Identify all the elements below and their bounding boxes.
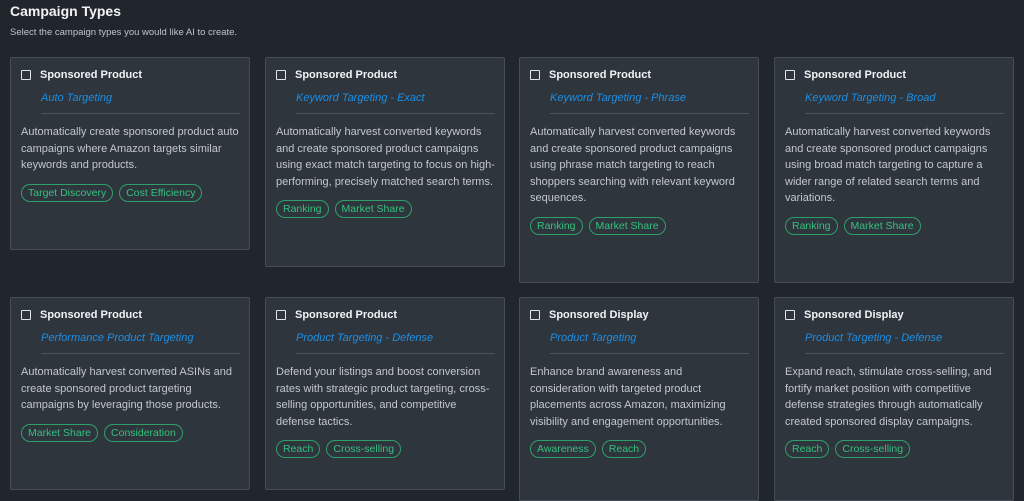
card-divider: [296, 353, 495, 354]
tag-badge: Consideration: [104, 423, 183, 442]
card-description: Expand reach, stimulate cross-selling, a…: [785, 366, 992, 428]
tag-badge: Target Discovery: [21, 183, 114, 202]
campaign-checkbox[interactable]: [276, 310, 286, 320]
campaign-card-display-defense[interactable]: Sponsored Display Product Targeting - De…: [774, 297, 1014, 501]
card-description: Automatically create sponsored product a…: [21, 126, 239, 171]
card-tags: Reach Cross-selling: [785, 440, 1004, 458]
tag-badge: Market Share: [843, 216, 921, 235]
card-tags: Target Discovery Cost Efficiency: [21, 183, 240, 202]
campaign-card-keyword-exact[interactable]: Sponsored Product Keyword Targeting - Ex…: [265, 57, 505, 267]
card-title: Sponsored Product: [295, 69, 398, 81]
card-description: Enhance brand awareness and consideratio…: [530, 366, 726, 428]
page-subtitle: Select the campaign types you would like…: [10, 27, 238, 38]
card-divider: [550, 353, 749, 354]
tag-badge: Cross-selling: [326, 440, 402, 458]
card-divider: [296, 113, 495, 114]
campaign-checkbox[interactable]: [785, 310, 795, 320]
campaign-checkbox[interactable]: [21, 70, 31, 80]
campaign-card-performance-product[interactable]: Sponsored Product Performance Product Ta…: [10, 297, 250, 490]
card-title: Sponsored Product: [549, 69, 652, 81]
campaign-card-auto-targeting[interactable]: Sponsored Product Auto Targeting Automat…: [10, 57, 250, 250]
tag-badge: Market Share: [334, 200, 412, 218]
card-title: Sponsored Display: [804, 309, 904, 321]
card-title: Sponsored Product: [40, 309, 143, 321]
campaign-checkbox[interactable]: [21, 310, 31, 320]
tag-badge: Reach: [276, 440, 321, 458]
card-subtitle: Product Targeting: [550, 332, 637, 344]
card-tags: Ranking Market Share: [530, 216, 749, 235]
campaign-checkbox[interactable]: [276, 70, 286, 80]
card-description: Automatically harvest converted keywords…: [530, 126, 736, 204]
card-description: Automatically harvest converted ASINs an…: [21, 366, 232, 411]
tag-badge: Ranking: [785, 216, 838, 235]
card-title: Sponsored Display: [549, 309, 649, 321]
card-tags: Reach Cross-selling: [276, 440, 495, 458]
card-divider: [41, 113, 240, 114]
tag-badge: Reach: [601, 440, 647, 458]
card-title: Sponsored Product: [40, 69, 143, 81]
tag-badge: Market Share: [21, 423, 99, 442]
card-title: Sponsored Product: [804, 69, 907, 81]
card-tags: Ranking Market Share: [276, 200, 495, 218]
card-description: Automatically harvest converted keywords…: [276, 126, 495, 188]
tag-badge: Ranking: [276, 200, 329, 218]
card-description: Defend your listings and boost conversio…: [276, 366, 490, 428]
page-header: Campaign Types Select the campaign types…: [10, 2, 237, 38]
card-divider: [550, 113, 749, 114]
tag-badge: Cross-selling: [835, 440, 911, 458]
card-tags: Market Share Consideration: [21, 423, 240, 442]
page-title: Campaign Types: [10, 3, 121, 19]
card-subtitle: Keyword Targeting - Exact: [296, 92, 425, 104]
campaign-card-product-defense[interactable]: Sponsored Product Product Targeting - De…: [265, 297, 505, 490]
card-divider: [805, 113, 1004, 114]
card-subtitle: Product Targeting - Defense: [296, 332, 434, 344]
card-subtitle: Performance Product Targeting: [41, 332, 194, 344]
campaign-card-keyword-phrase[interactable]: Sponsored Product Keyword Targeting - Ph…: [519, 57, 759, 283]
card-subtitle: Auto Targeting: [41, 92, 113, 104]
card-subtitle: Keyword Targeting - Phrase: [550, 92, 686, 104]
campaign-checkbox[interactable]: [785, 70, 795, 80]
card-description: Automatically harvest converted keywords…: [785, 126, 991, 204]
campaign-checkbox[interactable]: [530, 310, 540, 320]
card-subtitle: Keyword Targeting - Broad: [805, 92, 936, 104]
card-subtitle: Product Targeting - Defense: [805, 332, 943, 344]
card-title: Sponsored Product: [295, 309, 398, 321]
card-tags: Ranking Market Share: [785, 216, 1004, 235]
tag-badge: Ranking: [530, 216, 583, 235]
card-divider: [805, 353, 1004, 354]
tag-badge: Reach: [785, 440, 830, 458]
tag-badge: Awareness: [530, 440, 596, 458]
tag-badge: Market Share: [588, 216, 666, 235]
campaign-card-display-product[interactable]: Sponsored Display Product Targeting Enha…: [519, 297, 759, 501]
campaign-checkbox[interactable]: [530, 70, 540, 80]
card-divider: [41, 353, 240, 354]
card-tags: Awareness Reach: [530, 440, 749, 458]
campaign-card-keyword-broad[interactable]: Sponsored Product Keyword Targeting - Br…: [774, 57, 1014, 283]
tag-badge: Cost Efficiency: [119, 183, 203, 202]
